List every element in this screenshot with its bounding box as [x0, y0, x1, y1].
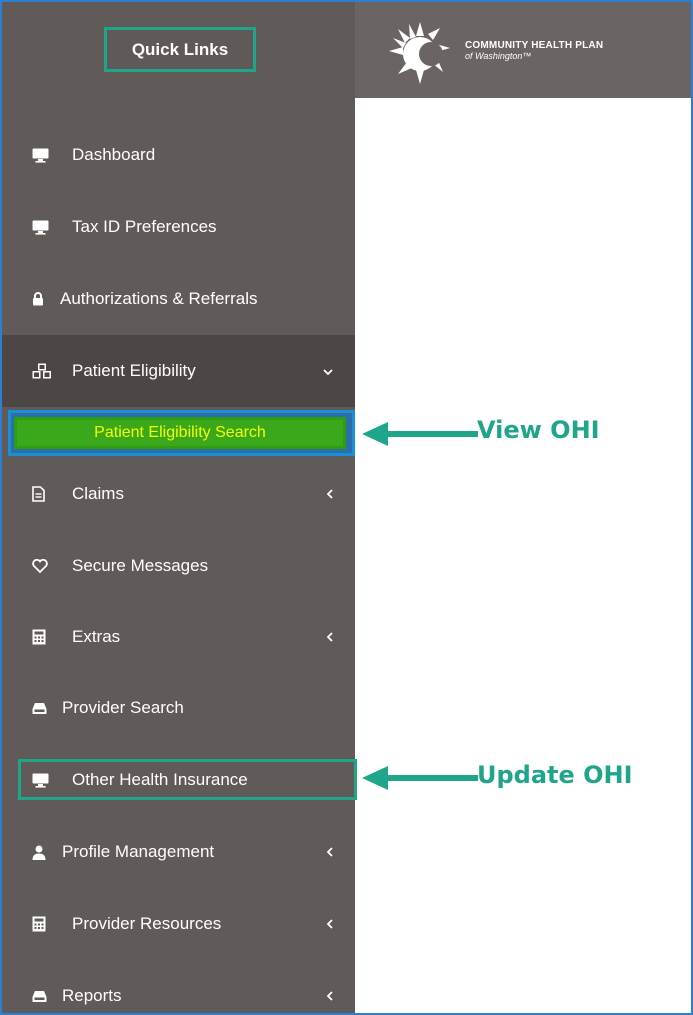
- sidebar-item-label: Dashboard: [72, 145, 156, 164]
- sunburst-logo-icon: [389, 22, 450, 84]
- sidebar-item-label: Provider Search: [62, 698, 184, 717]
- sidebar-subitem-patient-eligibility-search[interactable]: Patient Eligibility Search: [14, 417, 346, 449]
- sidebar-item-label: Profile Management: [62, 842, 215, 861]
- brand-name: COMMUNITY HEALTH PLAN of Washington™: [465, 41, 603, 61]
- sub-item-highlight: Patient Eligibility Search: [8, 410, 355, 456]
- sidebar-item-label: Claims: [72, 484, 124, 503]
- sidebar-item-label: Patient Eligibility: [72, 361, 196, 380]
- lock-icon: [32, 292, 46, 306]
- update-ohi-callout: Update OHI: [477, 761, 633, 789]
- sidebar-item-label: Provider Resources: [72, 914, 222, 933]
- arrow-left-icon: [362, 422, 478, 446]
- calculator-icon: [32, 916, 58, 932]
- sidebar-item-patient-eligibility[interactable]: Patient Eligibility: [2, 335, 355, 407]
- quick-links-label: Quick Links: [131, 39, 229, 59]
- brand-name-line1: COMMUNITY HEALTH PLAN: [465, 40, 604, 52]
- cubes-icon: [32, 363, 58, 379]
- sidebar-item-extras[interactable]: Extras: [2, 601, 355, 673]
- chevron-left-icon: [326, 629, 333, 645]
- sidebar-item-reports[interactable]: Reports: [2, 960, 355, 1013]
- browser-frame: Quick Links COMMUNITY HEALTH PLAN of Was…: [0, 0, 693, 1015]
- quick-links-button[interactable]: Quick Links: [104, 27, 256, 72]
- view-ohi-callout: View OHI: [477, 416, 600, 444]
- sidebar-item-label: Authorizations & Referrals: [60, 289, 258, 308]
- sidebar-item-label: Extras: [72, 627, 121, 646]
- arrow-left-icon: [362, 766, 478, 790]
- hdd-icon: [32, 702, 48, 715]
- sidebar-item-claims[interactable]: Claims: [2, 458, 355, 530]
- user-icon: [32, 845, 48, 860]
- hdd-icon: [32, 990, 48, 1003]
- file-icon: [32, 486, 58, 502]
- monitor-icon: [32, 148, 58, 163]
- sidebar-item-authorizations-referrals[interactable]: Authorizations & Referrals: [2, 263, 355, 335]
- other-health-insurance-highlight: [18, 759, 357, 800]
- sidebar-item-provider-resources[interactable]: Provider Resources: [2, 888, 355, 960]
- sidebar-item-dashboard[interactable]: Dashboard: [2, 119, 355, 191]
- monitor-icon: [32, 220, 58, 235]
- chevron-left-icon: [326, 486, 333, 502]
- main-content: [374, 114, 691, 1013]
- calculator-icon: [32, 629, 58, 645]
- chevron-left-icon: [326, 844, 333, 860]
- chevron-left-icon: [326, 988, 333, 1004]
- sidebar-item-label: Reports: [62, 986, 122, 1005]
- sidebar-item-label: Tax ID Preferences: [72, 217, 217, 236]
- sidebar-item-label: Secure Messages: [72, 556, 209, 575]
- sidebar-item-secure-messages[interactable]: Secure Messages: [2, 530, 355, 602]
- brand-name-line2: of Washington™: [465, 50, 532, 61]
- sidebar-item-provider-search[interactable]: Provider Search: [2, 672, 355, 744]
- sidebar-item-tax-id-preferences[interactable]: Tax ID Preferences: [2, 191, 355, 263]
- heart-icon: [32, 559, 58, 573]
- chevron-down-icon: [323, 363, 333, 379]
- sidebar-item-profile-management[interactable]: Profile Management: [2, 816, 355, 888]
- brand-logo[interactable]: COMMUNITY HEALTH PLAN of Washington™: [385, 16, 603, 86]
- sidebar-subitem-label: Patient Eligibility Search: [94, 424, 266, 441]
- chevron-left-icon: [326, 916, 333, 932]
